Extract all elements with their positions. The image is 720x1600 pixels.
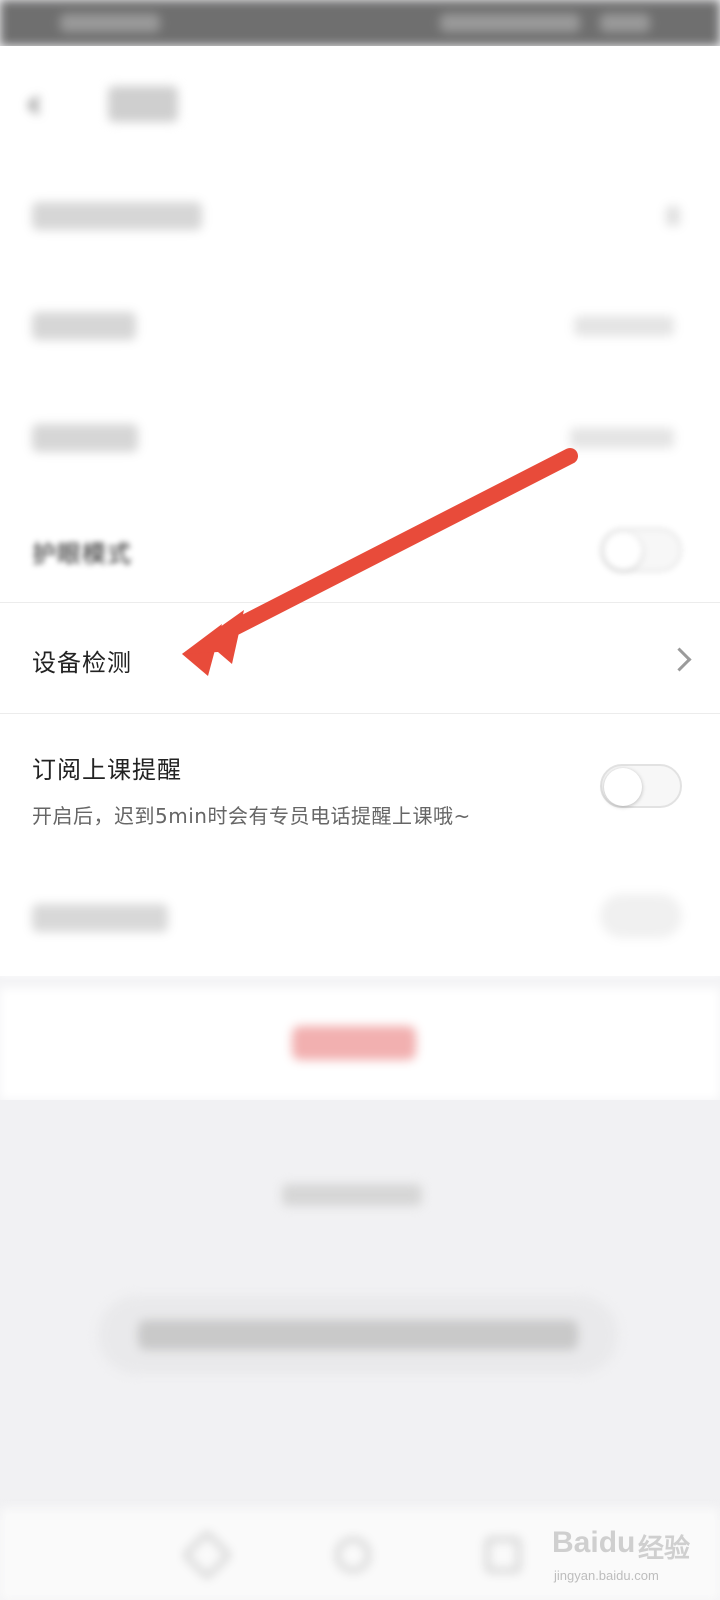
setting-row-last-toggle xyxy=(600,894,682,938)
watermark-url: jingyan.baidu.com xyxy=(554,1568,659,1583)
settings-screen: ‹ 护眼模式 设备检测 订阅上课提醒 开启后，迟到5min时会有专员电话提醒上课… xyxy=(0,0,720,1600)
status-left-icon xyxy=(60,14,160,32)
chevron-left-icon: ‹ xyxy=(26,81,42,127)
toast-text xyxy=(138,1320,578,1350)
eye-mode-row: 护眼模式 xyxy=(0,496,720,606)
device-check-row[interactable]: 设备检测 xyxy=(0,603,720,713)
baidu-watermark: Baidu 经验 jingyan.baidu.com xyxy=(552,1512,712,1592)
setting-row-3-value xyxy=(570,428,674,448)
class-reminder-toggle[interactable] xyxy=(600,764,682,808)
setting-row-3[interactable] xyxy=(0,384,720,496)
back-button[interactable]: ‹ xyxy=(26,82,56,126)
setting-row-last-label xyxy=(32,904,168,932)
about-link[interactable] xyxy=(282,1184,422,1206)
eye-mode-toggle[interactable] xyxy=(600,528,682,572)
device-check-label: 设备检测 xyxy=(32,649,132,677)
setting-row-2-value xyxy=(574,316,674,336)
setting-row-2-label xyxy=(32,312,136,340)
status-right-icons xyxy=(440,14,580,32)
chevron-right-icon xyxy=(666,206,680,226)
setting-row-2[interactable] xyxy=(0,272,720,384)
header: ‹ xyxy=(0,46,720,164)
status-bar xyxy=(0,0,720,46)
watermark-brand: Baidu xyxy=(552,1526,636,1559)
setting-row-last[interactable] xyxy=(0,862,720,974)
setting-row-1-label xyxy=(32,202,202,230)
page-title xyxy=(108,86,178,122)
logout-section xyxy=(0,988,720,1100)
nav-recents-icon[interactable] xyxy=(486,1538,520,1572)
class-reminder-subtitle: 开启后，迟到5min时会有专员电话提醒上课哦~ xyxy=(32,804,471,828)
eye-mode-label: 护眼模式 xyxy=(32,540,132,568)
toast xyxy=(98,1296,618,1374)
class-reminder-title: 订阅上课提醒 xyxy=(32,756,182,784)
settings-list: 护眼模式 设备检测 订阅上课提醒 开启后，迟到5min时会有专员电话提醒上课哦~ xyxy=(0,162,720,976)
nav-back-icon[interactable] xyxy=(182,1530,232,1580)
toggle-knob xyxy=(604,532,642,570)
watermark-cn: 经验 xyxy=(638,1533,691,1563)
logout-button[interactable] xyxy=(292,1026,416,1060)
battery-icon xyxy=(600,14,650,32)
nav-home-icon[interactable] xyxy=(336,1538,370,1572)
setting-row-3-label xyxy=(32,424,138,452)
setting-row-1[interactable] xyxy=(0,162,720,272)
class-reminder-row: 订阅上课提醒 开启后，迟到5min时会有专员电话提醒上课哦~ xyxy=(0,714,720,854)
chevron-right-icon xyxy=(667,647,692,672)
toggle-knob xyxy=(604,768,642,806)
